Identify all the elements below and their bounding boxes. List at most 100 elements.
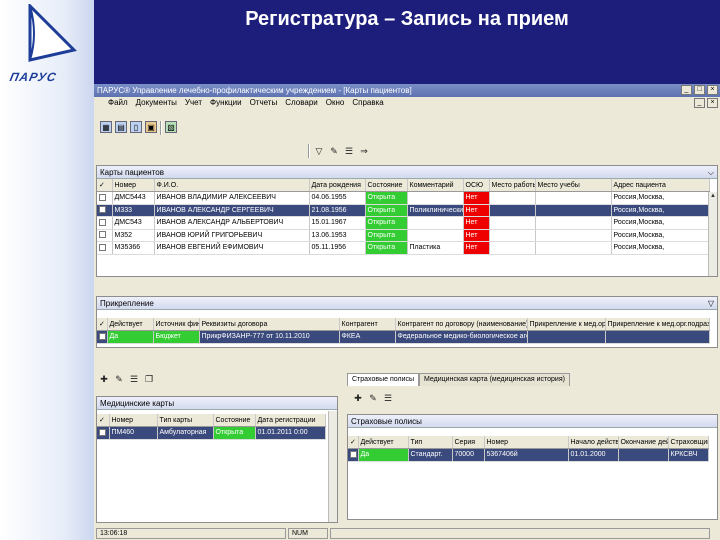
- col-agent[interactable]: Контрагент: [339, 318, 396, 331]
- col-state[interactable]: Состояние: [213, 414, 256, 427]
- cell-number: ПМ460: [109, 426, 158, 440]
- col-active[interactable]: Действует: [358, 436, 409, 449]
- table-row-selected[interactable]: Да Стандарт. 70000 5367406й 01.01.2000 КРКСВЧ: [348, 448, 709, 462]
- row-checkbox[interactable]: [99, 243, 106, 251]
- main-toolbar: ▦ ▤ ▯ ▣ ▧: [100, 121, 177, 135]
- table-row-selected[interactable]: Да Бюджет ПрикрФИЗАНР-777 от 10.11.2010 ФКЕ…: [97, 330, 710, 344]
- mdi-minimize-button[interactable]: _: [694, 98, 705, 108]
- col-number[interactable]: Номер: [484, 436, 569, 449]
- row-checkbox[interactable]: [99, 332, 106, 340]
- cell-card-type: Амбулаторная: [157, 426, 214, 440]
- close-button[interactable]: ×: [707, 85, 718, 95]
- cell-state: Открыта: [365, 216, 408, 230]
- cell-active: Да: [358, 448, 409, 462]
- row-checkbox[interactable]: [99, 428, 106, 436]
- row-checkbox[interactable]: [99, 193, 106, 201]
- table-row[interactable]: ДМС5443 ИВАНОВ ВЛАДИМИР АЛЕКСЕЕВИЧ 04.06.1…: [97, 191, 710, 205]
- table-icon[interactable]: ▤: [115, 121, 127, 133]
- col-dob[interactable]: Дата рождения: [309, 179, 366, 192]
- col-attach-dept[interactable]: Прикрепление к мед.орг.подразд: [605, 318, 710, 331]
- tab-insurance-policies[interactable]: Страховые полисы: [347, 373, 420, 386]
- col-type[interactable]: Тип: [408, 436, 453, 449]
- col-number[interactable]: Номер: [112, 179, 155, 192]
- menu-functions[interactable]: Функции: [210, 97, 242, 109]
- tab-medical-history[interactable]: Медицинская карта (медицинская история): [419, 373, 570, 386]
- cell-address: Россия,Москва,: [611, 191, 710, 205]
- check-header[interactable]: ✓: [97, 414, 110, 427]
- list-icon[interactable]: ☰: [343, 145, 355, 157]
- document-icon[interactable]: ▯: [130, 121, 142, 133]
- col-active[interactable]: Действует: [107, 318, 154, 331]
- col-osu[interactable]: ОСЮ: [463, 179, 490, 192]
- col-study[interactable]: Место учебы: [535, 179, 612, 192]
- cell-fio: ИВАНОВ АЛЕКСАНДР АЛЬБЕРТОВИЧ: [154, 216, 310, 230]
- col-source[interactable]: Источник фин: [153, 318, 200, 331]
- col-fio[interactable]: Ф.И.О.: [154, 179, 310, 192]
- medcards-scrollbar[interactable]: [328, 411, 337, 522]
- policies-panel-header: Страховые полисы: [348, 415, 717, 428]
- grid-icon[interactable]: ▦: [100, 121, 112, 133]
- scroll-up-icon[interactable]: ▲: [709, 192, 717, 201]
- menu-file[interactable]: Файл: [108, 97, 128, 109]
- attach-panel: Прикрепление ▽ ✓ Действует Источник фин Р…: [96, 296, 718, 348]
- table-row[interactable]: ДМС543 ИВАНОВ АЛЕКСАНДР АЛЬБЕРТОВИЧ 15.01.…: [97, 216, 710, 230]
- col-insurer[interactable]: Страховщик: [668, 436, 709, 449]
- col-agent-name[interactable]: Контрагент по договору (наименование): [395, 318, 528, 331]
- menu-accounting[interactable]: Учет: [185, 97, 202, 109]
- list-icon[interactable]: ☰: [382, 392, 394, 404]
- table-row[interactable]: М352 ИВАНОВ ЮРИЙ ГРИГОРЬЕВИЧ 13.06.1953 Отк…: [97, 229, 710, 242]
- copy-icon[interactable]: ❐: [143, 373, 155, 385]
- menu-dictionaries[interactable]: Словари: [285, 97, 318, 109]
- minimize-button[interactable]: _: [681, 85, 692, 95]
- edit-icon[interactable]: ✎: [113, 373, 125, 385]
- menu-help[interactable]: Справка: [352, 97, 383, 109]
- edit-icon[interactable]: ✎: [367, 392, 379, 404]
- col-card-type[interactable]: Тип карты: [157, 414, 214, 427]
- mdi-close-button[interactable]: ×: [707, 98, 718, 108]
- report-icon[interactable]: ▧: [165, 121, 177, 133]
- chevron-down-icon[interactable]: ⌵: [708, 166, 714, 179]
- menu-documents[interactable]: Документы: [136, 97, 177, 109]
- table-row[interactable]: МЗ5366 ИВАНОВ ЕВГЕНИЙ ЕФИМОВИЧ 05.11.1956 О…: [97, 241, 710, 255]
- list-icon[interactable]: ☰: [128, 373, 140, 385]
- cell-study: [535, 204, 612, 217]
- col-comment[interactable]: Комментарий: [407, 179, 464, 192]
- add-icon[interactable]: ✚: [98, 373, 110, 385]
- maximize-button[interactable]: □: [694, 85, 705, 95]
- table-row-selected[interactable]: ПМ460 Амбулаторная Открыта 01.01.2011 0:00: [97, 426, 326, 440]
- add-icon[interactable]: ✚: [352, 392, 364, 404]
- col-workplace[interactable]: Место работы: [489, 179, 536, 192]
- slide-title: Регистратура – Запись на прием: [245, 8, 569, 30]
- cell-osu: Нет: [463, 204, 490, 217]
- row-checkbox[interactable]: [99, 206, 106, 214]
- check-header[interactable]: ✓: [348, 436, 359, 449]
- col-address[interactable]: Адрес пациента: [611, 179, 710, 192]
- folder-icon[interactable]: ▣: [145, 121, 157, 133]
- menu-window[interactable]: Окно: [326, 97, 345, 109]
- filter-icon[interactable]: ▽: [708, 297, 714, 310]
- table-row-selected[interactable]: М333 ИВАНОВ АЛЕКСАНДР СЕРГЕЕВИЧ 21.08.1956…: [97, 204, 710, 217]
- policies-table: ✓ Действует Тип Серия Номер Начало дейст…: [348, 436, 709, 462]
- row-checkbox[interactable]: [350, 450, 357, 458]
- col-end[interactable]: Окончание действия: [618, 436, 669, 449]
- menu-reports[interactable]: Отчеты: [250, 97, 278, 109]
- col-state[interactable]: Состояние: [365, 179, 408, 192]
- col-contract[interactable]: Реквизиты договора: [199, 318, 340, 331]
- cell-dob: 04.06.1955: [309, 191, 366, 205]
- col-reg-date[interactable]: Дата регистрации: [255, 414, 326, 427]
- window-titlebar[interactable]: ПАРУС® Управление лечебно-профилактическ…: [94, 84, 720, 97]
- edit-icon[interactable]: ✎: [328, 145, 340, 157]
- check-header[interactable]: ✓: [97, 179, 113, 192]
- patients-scrollbar[interactable]: ▲: [708, 192, 717, 276]
- row-checkbox[interactable]: [99, 218, 106, 226]
- col-series[interactable]: Серия: [452, 436, 485, 449]
- filter-icon[interactable]: ▽: [313, 145, 325, 157]
- patients-panel-header: Карты пациентов ⌵: [97, 166, 717, 179]
- row-checkbox[interactable]: [99, 231, 106, 239]
- col-number[interactable]: Номер: [109, 414, 158, 427]
- col-start[interactable]: Начало действия: [568, 436, 619, 449]
- medcards-panel-header: Медицинские карты: [97, 397, 337, 410]
- check-header[interactable]: ✓: [97, 318, 108, 331]
- export-icon[interactable]: ⇒: [358, 145, 370, 157]
- col-attach-org[interactable]: Прикрепление к мед.орг: [527, 318, 606, 331]
